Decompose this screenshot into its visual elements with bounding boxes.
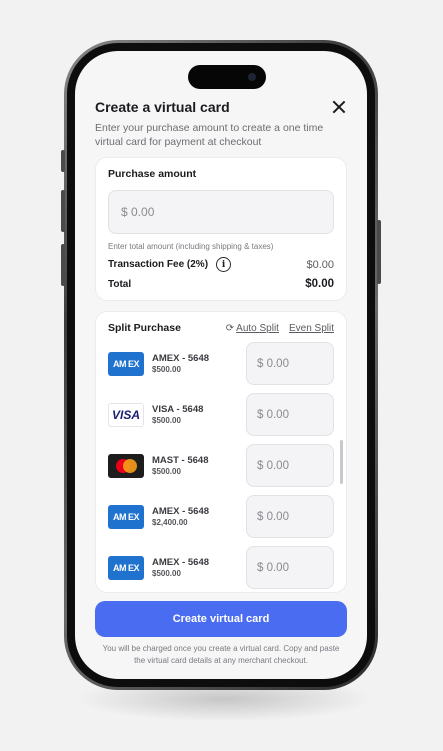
card-details: AMEX - 5648 $500.00 bbox=[152, 557, 209, 578]
card-amount-input[interactable]: $ 0.00 bbox=[246, 546, 334, 589]
modal-header: Create a virtual card bbox=[95, 99, 347, 115]
total-row: Total $0.00 bbox=[108, 278, 334, 290]
even-split-link[interactable]: Even Split bbox=[289, 323, 334, 334]
card-row: AM EX AMEX - 5648 $500.00 $ 0.00 bbox=[108, 546, 334, 589]
card-balance: $500.00 bbox=[152, 416, 181, 425]
card-details: AMEX - 5648 $500.00 bbox=[152, 353, 209, 374]
phone-screen: Create a virtual card Enter your purchas… bbox=[75, 51, 367, 679]
modal-content: Create a virtual card Enter your purchas… bbox=[75, 51, 367, 679]
card-name: MAST - 5648 bbox=[152, 455, 209, 466]
refresh-icon: ⟳ bbox=[225, 322, 235, 334]
purchase-card: Purchase amount $ 0.00 Enter total amoun… bbox=[95, 157, 347, 301]
page-subtitle: Enter your purchase amount to create a o… bbox=[95, 122, 324, 148]
charge-footnote: You will be charged once you create a vi… bbox=[102, 644, 340, 665]
card-row: AM EX AMEX - 5648 $500.00 $ 0.00 bbox=[108, 342, 334, 385]
fee-label-group: Transaction Fee (2%) i bbox=[108, 257, 232, 272]
split-actions: ⟳ Auto Split Even Split bbox=[226, 323, 334, 334]
split-purchase-card: Split Purchase ⟳ Auto Split Even Split AM… bbox=[95, 311, 347, 593]
visa-logo-icon: VISA bbox=[108, 402, 144, 427]
card-balance: $500.00 bbox=[152, 569, 181, 578]
card-row: MAST - 5648 $500.00 $ 0.00 bbox=[108, 444, 334, 487]
total-label: Total bbox=[108, 278, 132, 290]
card-info: AM EX AMEX - 5648 $500.00 bbox=[108, 351, 209, 376]
power-button bbox=[377, 220, 381, 284]
card-amount-input[interactable]: $ 0.00 bbox=[246, 393, 334, 436]
phone-frame: Create a virtual card Enter your purchas… bbox=[61, 40, 381, 690]
close-icon[interactable] bbox=[331, 99, 347, 115]
card-info: AM EX AMEX - 5648 $2,400.00 bbox=[108, 504, 209, 529]
purchase-hint: Enter total amount (including shipping &… bbox=[108, 242, 274, 251]
volume-down-button bbox=[61, 244, 65, 286]
auto-split-link[interactable]: ⟳ Auto Split bbox=[226, 323, 279, 334]
mastercard-logo-icon bbox=[108, 453, 144, 478]
card-name: VISA - 5648 bbox=[152, 404, 204, 415]
card-details: AMEX - 5648 $2,400.00 bbox=[152, 506, 209, 527]
card-row: VISA VISA - 5648 $500.00 $ 0.00 bbox=[108, 393, 334, 436]
visa-logo-text: VISA bbox=[111, 407, 140, 422]
card-info: MAST - 5648 $500.00 bbox=[108, 453, 209, 478]
split-header: Split Purchase ⟳ Auto Split Even Split bbox=[108, 322, 334, 334]
card-balance: $2,400.00 bbox=[152, 518, 188, 527]
fee-value: $0.00 bbox=[306, 258, 334, 271]
amex-logo-icon: AM EX bbox=[108, 351, 144, 376]
card-name: AMEX - 5648 bbox=[152, 506, 210, 517]
amex-logo-text: AM EX bbox=[112, 358, 140, 369]
card-amount-input[interactable]: $ 0.00 bbox=[246, 444, 334, 487]
card-amount-input[interactable]: $ 0.00 bbox=[246, 342, 334, 385]
card-amount-input[interactable]: $ 0.00 bbox=[246, 495, 334, 538]
card-details: MAST - 5648 $500.00 bbox=[152, 455, 209, 476]
volume-up-button bbox=[61, 190, 65, 232]
info-icon[interactable]: i bbox=[216, 257, 232, 272]
card-name: AMEX - 5648 bbox=[152, 353, 210, 364]
split-purchase-label: Split Purchase bbox=[108, 322, 181, 334]
create-virtual-card-button[interactable]: Create virtual card bbox=[95, 601, 347, 637]
fee-label: Transaction Fee (2%) bbox=[108, 259, 209, 270]
card-balance: $500.00 bbox=[152, 365, 181, 374]
auto-split-label[interactable]: Auto Split bbox=[236, 323, 279, 334]
amex-logo-text: AM EX bbox=[112, 562, 140, 573]
amex-logo-text: AM EX bbox=[112, 511, 140, 522]
total-value: $0.00 bbox=[305, 278, 334, 290]
mockup-stage: Create a virtual card Enter your purchas… bbox=[0, 0, 443, 751]
fee-row: Transaction Fee (2%) i $0.00 bbox=[108, 257, 334, 272]
phone-bezel: Create a virtual card Enter your purchas… bbox=[67, 43, 375, 687]
card-balance: $500.00 bbox=[152, 467, 181, 476]
mute-switch bbox=[61, 150, 65, 172]
card-details: VISA - 5648 $500.00 bbox=[152, 404, 203, 425]
purchase-amount-label: Purchase amount bbox=[108, 168, 197, 180]
card-name: AMEX - 5648 bbox=[152, 557, 210, 568]
purchase-amount-input[interactable]: $ 0.00 bbox=[108, 190, 334, 234]
card-info: AM EX AMEX - 5648 $500.00 bbox=[108, 555, 209, 580]
card-row: AM EX AMEX - 5648 $2,400.00 $ 0.00 bbox=[108, 495, 334, 538]
amex-logo-icon: AM EX bbox=[108, 555, 144, 580]
mastercard-orange-circle bbox=[123, 458, 137, 473]
amex-logo-icon: AM EX bbox=[108, 504, 144, 529]
page-title: Create a virtual card bbox=[95, 99, 230, 115]
split-scrollbar[interactable] bbox=[340, 440, 343, 484]
card-info: VISA VISA - 5648 $500.00 bbox=[108, 402, 203, 427]
